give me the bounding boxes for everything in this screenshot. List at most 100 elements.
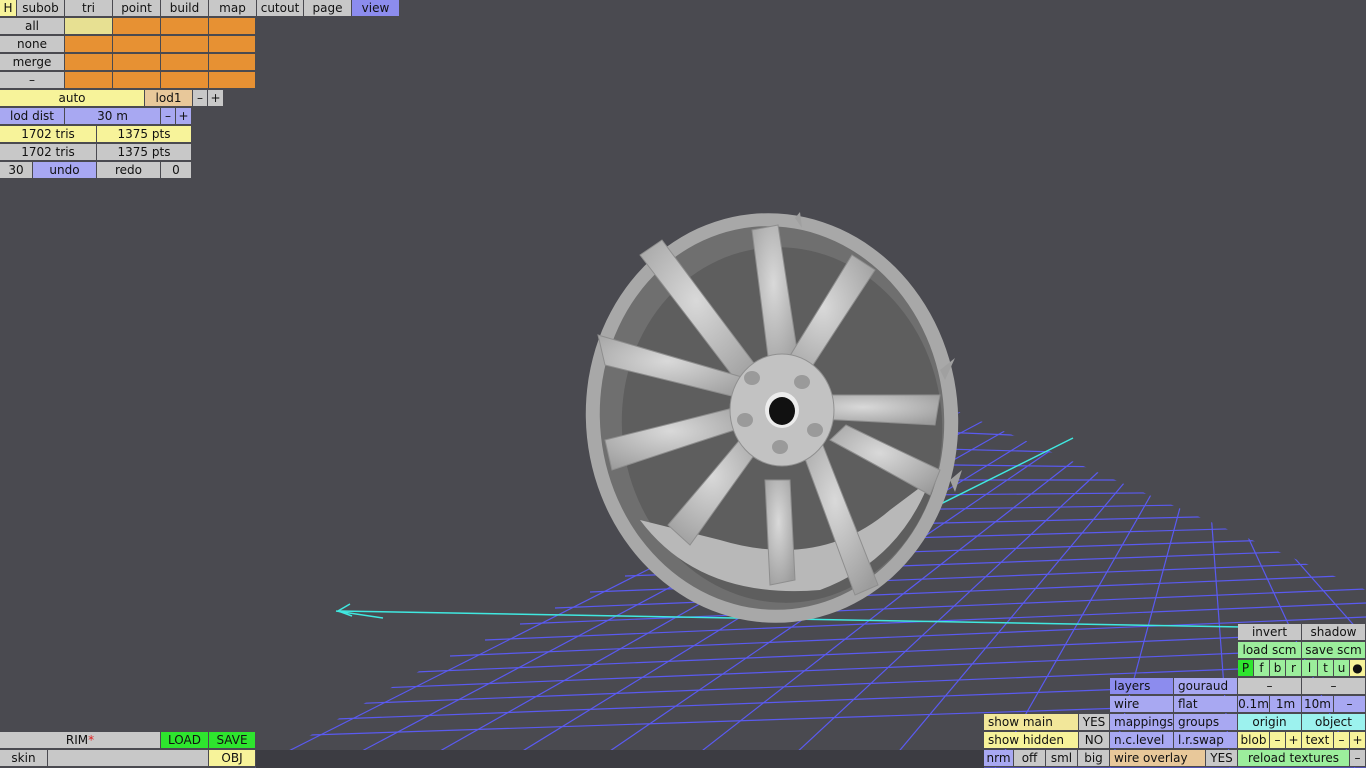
- off-button[interactable]: off: [1014, 750, 1046, 767]
- wheel-rim-model[interactable]: [566, 195, 979, 642]
- grid-0-1m-button[interactable]: 0.1m: [1238, 696, 1270, 713]
- view-under-button[interactable]: u: [1334, 660, 1350, 677]
- subobject-slot[interactable]: [161, 36, 209, 53]
- view-left-button[interactable]: l: [1302, 660, 1318, 677]
- text-label: text: [1302, 732, 1334, 749]
- tab-tri[interactable]: tri: [65, 0, 113, 17]
- grid-minus-button[interactable]: –: [1334, 696, 1366, 713]
- tab-build[interactable]: build: [161, 0, 209, 17]
- text-plus-button[interactable]: +: [1350, 732, 1366, 749]
- wire-overlay-toggle[interactable]: wire overlay: [1110, 750, 1206, 767]
- invert-button[interactable]: invert: [1238, 624, 1302, 641]
- view-perspective-button[interactable]: P: [1238, 660, 1254, 677]
- lod-level-minus-button[interactable]: –: [193, 90, 208, 107]
- collapse-button[interactable]: –: [0, 72, 65, 89]
- subobject-slot[interactable]: [161, 54, 209, 71]
- subobject-slot[interactable]: [65, 36, 113, 53]
- redo-count: 0: [161, 162, 192, 179]
- flat-button[interactable]: flat: [1174, 696, 1238, 713]
- select-all-button[interactable]: all: [0, 18, 65, 35]
- gouraud-button[interactable]: gouraud: [1174, 678, 1238, 695]
- load-scm-button[interactable]: load scm: [1238, 642, 1302, 659]
- undo-button[interactable]: undo: [33, 162, 97, 179]
- lod-dist-label: lod dist: [0, 108, 65, 125]
- subobject-slot[interactable]: [161, 72, 209, 89]
- skin-field[interactable]: [48, 750, 209, 767]
- tool-dash-button[interactable]: –: [1302, 678, 1366, 695]
- view-top-button[interactable]: t: [1318, 660, 1334, 677]
- save-scm-button[interactable]: save scm: [1302, 642, 1366, 659]
- groups-button[interactable]: groups: [1174, 714, 1238, 731]
- big-button[interactable]: big: [1078, 750, 1110, 767]
- view-back-button[interactable]: b: [1270, 660, 1286, 677]
- load-button[interactable]: LOAD: [161, 732, 209, 749]
- lod-dist-value[interactable]: 30 m: [65, 108, 161, 125]
- model-name[interactable]: RIM*: [0, 732, 161, 749]
- show-hidden-value: NO: [1079, 732, 1110, 749]
- merge-button[interactable]: merge: [0, 54, 65, 71]
- show-main-value: YES: [1079, 714, 1110, 731]
- origin-button[interactable]: origin: [1238, 714, 1302, 731]
- tab-page[interactable]: page: [304, 0, 352, 17]
- nc-level-button[interactable]: n.c.level: [1110, 732, 1174, 749]
- subobject-slot[interactable]: [161, 18, 209, 35]
- blob-label: blob: [1238, 732, 1270, 749]
- subobject-slot[interactable]: [113, 18, 161, 35]
- view-front-button[interactable]: f: [1254, 660, 1270, 677]
- subobject-slot[interactable]: [65, 18, 113, 35]
- subobject-slot[interactable]: [65, 72, 113, 89]
- grid-1m-button[interactable]: 1m: [1270, 696, 1302, 713]
- lod-level-plus-button[interactable]: +: [208, 90, 224, 107]
- format-button[interactable]: OBJ: [209, 750, 256, 767]
- subobject-slot[interactable]: [65, 54, 113, 71]
- lod-mode-button[interactable]: auto: [0, 90, 145, 107]
- blob-plus-button[interactable]: +: [1286, 732, 1302, 749]
- show-main-toggle[interactable]: show main: [984, 714, 1079, 731]
- shadow-button[interactable]: shadow: [1302, 624, 1366, 641]
- modified-indicator: *: [88, 733, 95, 747]
- select-none-button[interactable]: none: [0, 36, 65, 53]
- reload-minus-button[interactable]: –: [1350, 750, 1366, 767]
- save-button[interactable]: SAVE: [209, 732, 256, 749]
- help-button[interactable]: H: [0, 0, 17, 17]
- 3d-viewport[interactable]: [0, 0, 1366, 768]
- text-minus-button[interactable]: –: [1334, 732, 1350, 749]
- subobject-slot[interactable]: [209, 54, 256, 71]
- mappings-button[interactable]: mappings: [1110, 714, 1174, 731]
- skin-label: skin: [0, 750, 48, 767]
- view-right-button[interactable]: r: [1286, 660, 1302, 677]
- lod-dist-plus-button[interactable]: +: [176, 108, 192, 125]
- reload-textures-button[interactable]: reload textures: [1238, 750, 1350, 767]
- show-hidden-toggle[interactable]: show hidden: [984, 732, 1079, 749]
- subobject-slot[interactable]: [113, 36, 161, 53]
- lod-dist-minus-button[interactable]: –: [161, 108, 176, 125]
- lod-level-button[interactable]: lod1: [145, 90, 193, 107]
- subobject-slot[interactable]: [209, 36, 256, 53]
- layers-button[interactable]: layers: [1110, 678, 1174, 695]
- tab-map[interactable]: map: [209, 0, 257, 17]
- model-name-label: RIM: [65, 733, 89, 747]
- subobject-slot[interactable]: [209, 18, 256, 35]
- subobject-slot[interactable]: [113, 72, 161, 89]
- point-count-total: 1375 pts: [97, 144, 192, 161]
- grid-10m-button[interactable]: 10m: [1302, 696, 1334, 713]
- object-button[interactable]: object: [1302, 714, 1366, 731]
- sml-button[interactable]: sml: [1046, 750, 1078, 767]
- tab-point[interactable]: point: [113, 0, 161, 17]
- point-count: 1375 pts: [97, 126, 192, 143]
- subobject-slot[interactable]: [113, 54, 161, 71]
- tab-subob[interactable]: subob: [17, 0, 65, 17]
- tab-view[interactable]: view: [352, 0, 400, 17]
- tab-cutout[interactable]: cutout: [257, 0, 304, 17]
- redo-button[interactable]: redo: [97, 162, 161, 179]
- triangle-count-total: 1702 tris: [0, 144, 97, 161]
- blob-minus-button[interactable]: –: [1270, 732, 1286, 749]
- wire-button[interactable]: wire: [1110, 696, 1174, 713]
- lr-swap-button[interactable]: l.r.swap: [1174, 732, 1238, 749]
- status-strip: [256, 750, 984, 768]
- subobject-slot[interactable]: [209, 72, 256, 89]
- nrm-button[interactable]: nrm: [984, 750, 1014, 767]
- dot-icon[interactable]: ●: [1350, 660, 1366, 677]
- undo-count: 30: [0, 162, 33, 179]
- tool-dash-button[interactable]: –: [1238, 678, 1302, 695]
